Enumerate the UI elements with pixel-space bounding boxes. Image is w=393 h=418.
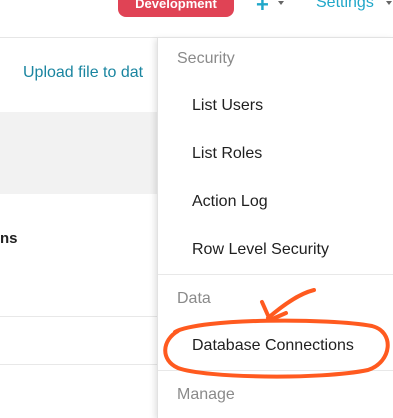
arrow-stroke <box>266 288 316 320</box>
orange-highlight-annotation <box>163 288 390 379</box>
circle-stroke <box>163 318 390 379</box>
